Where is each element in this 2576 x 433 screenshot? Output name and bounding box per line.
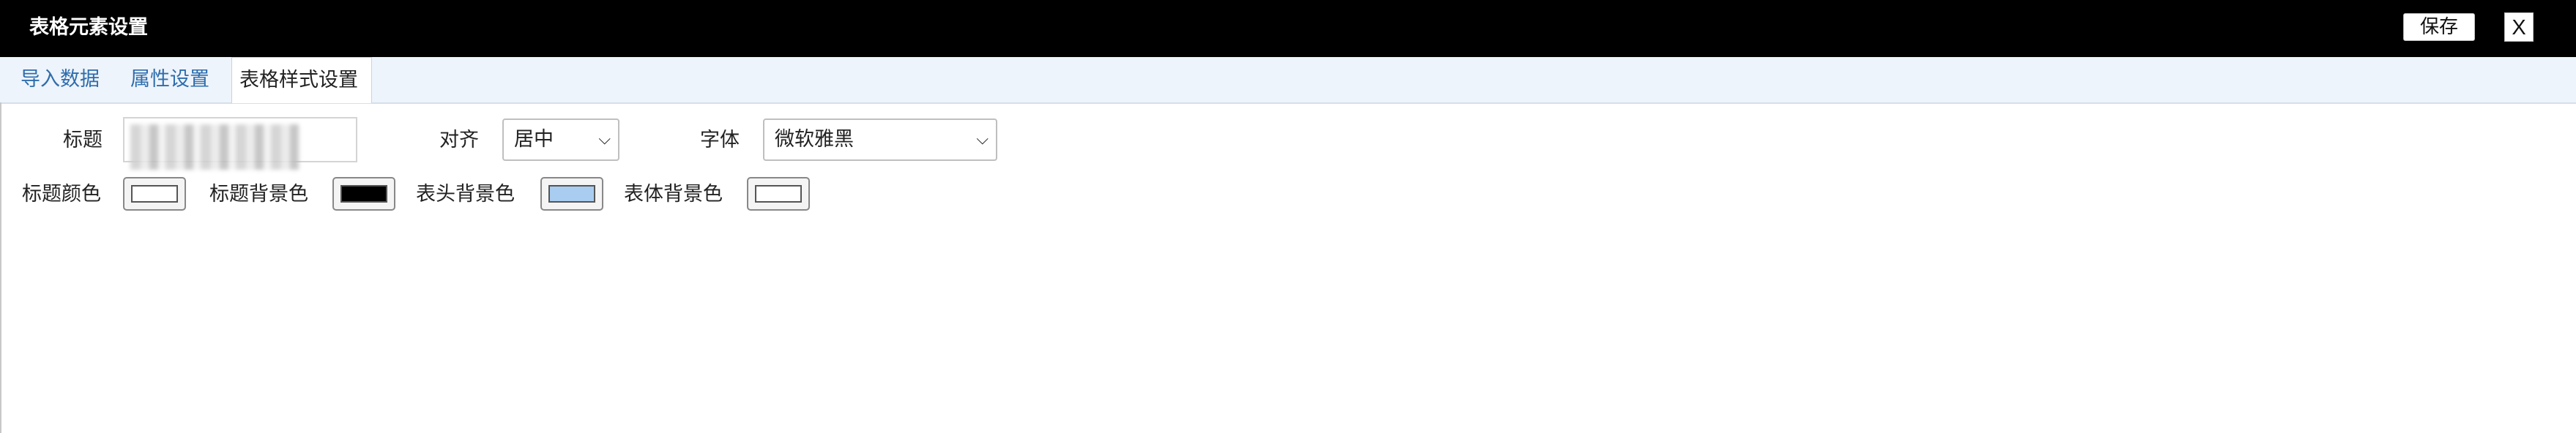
- header-bg-color-picker[interactable]: [540, 177, 603, 211]
- font-label: 字体: [700, 129, 740, 151]
- close-button[interactable]: X: [2504, 12, 2534, 42]
- title-bg-color-fill: [340, 185, 387, 203]
- save-button[interactable]: 保存: [2403, 13, 2475, 41]
- title-color-fill: [131, 185, 178, 203]
- header-bg-color-fill: [548, 185, 595, 203]
- align-select-value: 居中: [514, 128, 554, 151]
- align-label: 对齐: [439, 129, 479, 151]
- tab-table-style[interactable]: 表格样式设置: [231, 57, 372, 103]
- chevron-down-icon: ⌵: [598, 130, 611, 148]
- dialog-title: 表格元素设置: [29, 16, 148, 39]
- title-color-label: 标题颜色: [22, 183, 101, 206]
- font-select[interactable]: 微软雅黑 ⌵: [763, 118, 997, 161]
- title-bg-color-label: 标题背景色: [209, 183, 308, 206]
- tab-properties[interactable]: 属性设置: [130, 57, 209, 102]
- title-bg-color-picker[interactable]: [332, 177, 395, 211]
- tab-import-data[interactable]: 导入数据: [21, 57, 100, 102]
- font-select-value: 微软雅黑: [775, 128, 854, 151]
- redacted-title-text: [130, 124, 299, 170]
- body-bg-color-label: 表体背景色: [624, 183, 723, 206]
- title-label: 标题: [63, 129, 103, 151]
- chevron-down-icon: ⌵: [976, 130, 989, 148]
- header-bg-color-label: 表头背景色: [416, 183, 515, 206]
- body-bg-color-picker[interactable]: [747, 177, 810, 211]
- panel-border: [0, 102, 1, 433]
- dialog-titlebar: 表格元素设置: [0, 0, 2576, 57]
- align-select[interactable]: 居中 ⌵: [502, 118, 619, 161]
- body-bg-color-fill: [755, 185, 802, 203]
- tab-bar: [0, 57, 2576, 104]
- title-color-picker[interactable]: [123, 177, 186, 211]
